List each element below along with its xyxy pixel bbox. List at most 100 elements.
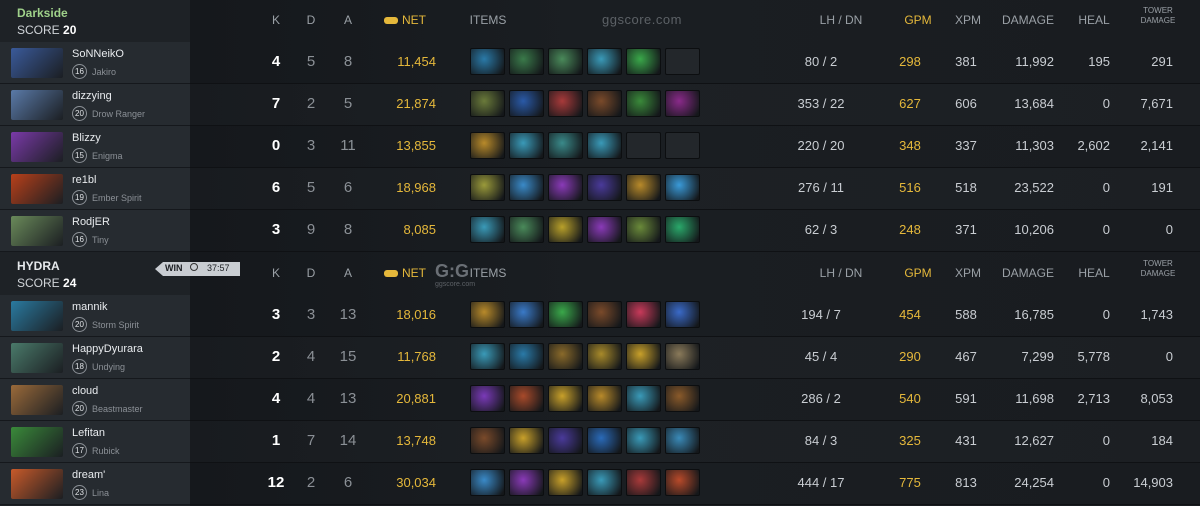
empty-item-slot[interactable]	[665, 132, 700, 159]
item-icon[interactable]	[587, 90, 622, 117]
player-card[interactable]: Lefitan 17 Rubick	[0, 421, 190, 463]
item-icon[interactable]	[626, 385, 661, 412]
item-icon[interactable]	[470, 427, 505, 454]
hero-name: Jakiro	[92, 67, 117, 77]
item-icon[interactable]	[548, 174, 583, 201]
logo-subtext: ggscore.com	[435, 281, 476, 288]
player-name[interactable]: mannik	[72, 301, 107, 313]
hero-portrait	[11, 132, 63, 162]
player-name[interactable]: SoNNeikO	[72, 48, 124, 60]
item-icon[interactable]	[548, 90, 583, 117]
empty-item-slot[interactable]	[626, 132, 661, 159]
item-icon[interactable]	[548, 469, 583, 496]
item-icon[interactable]	[470, 132, 505, 159]
player-card[interactable]: re1bl 19 Ember Spirit	[0, 168, 190, 210]
item-icon[interactable]	[626, 343, 661, 370]
item-icon[interactable]	[665, 174, 700, 201]
item-icon[interactable]	[470, 469, 505, 496]
player-card[interactable]: dizzying 20 Drow Ranger	[0, 84, 190, 126]
item-icon[interactable]	[548, 343, 583, 370]
item-icon[interactable]	[587, 469, 622, 496]
item-icon[interactable]	[626, 90, 661, 117]
item-icon[interactable]	[665, 469, 700, 496]
header-net-label: NET	[402, 266, 426, 280]
item-icon[interactable]	[626, 301, 661, 328]
item-icon[interactable]	[470, 90, 505, 117]
item-icon[interactable]	[548, 385, 583, 412]
header-xpm: XPM	[954, 266, 981, 280]
player-name[interactable]: Blizzy	[72, 132, 101, 144]
item-icon[interactable]	[587, 174, 622, 201]
item-icon[interactable]	[548, 427, 583, 454]
item-icon[interactable]	[509, 174, 544, 201]
player-card[interactable]: mannik 20 Storm Spirit	[0, 295, 190, 337]
item-icon[interactable]	[626, 469, 661, 496]
item-icon[interactable]	[548, 132, 583, 159]
player-card[interactable]: cloud 20 Beastmaster	[0, 379, 190, 421]
item-icon[interactable]	[626, 216, 661, 243]
item-icon[interactable]	[587, 48, 622, 75]
item-icon[interactable]	[665, 385, 700, 412]
item-icon[interactable]	[470, 174, 505, 201]
item-icon[interactable]	[587, 301, 622, 328]
item-icon[interactable]	[587, 216, 622, 243]
item-icon[interactable]	[470, 343, 505, 370]
item-icon[interactable]	[470, 216, 505, 243]
player-stats-row: 4 4 13 20,881 286 / 2 540 591 11,698 2,713 8,053	[190, 379, 1200, 421]
item-icon[interactable]	[665, 343, 700, 370]
hero-portrait	[11, 427, 63, 457]
item-icon[interactable]	[509, 216, 544, 243]
item-icon[interactable]	[548, 216, 583, 243]
item-icon[interactable]	[509, 48, 544, 75]
item-icon[interactable]	[587, 385, 622, 412]
item-icon[interactable]	[509, 301, 544, 328]
last-hits-denies: 353 / 22	[797, 96, 845, 111]
header-damage: DAMAGE	[1001, 266, 1054, 280]
item-icon[interactable]	[665, 90, 700, 117]
player-card[interactable]: HappyDyurara 18 Undying	[0, 337, 190, 379]
item-icon[interactable]	[470, 301, 505, 328]
item-icon[interactable]	[626, 427, 661, 454]
item-icon[interactable]	[509, 132, 544, 159]
item-icon[interactable]	[509, 343, 544, 370]
player-name[interactable]: Lefitan	[72, 427, 105, 439]
last-hits-denies: 444 / 17	[797, 475, 845, 490]
player-card[interactable]: Blizzy 15 Enigma	[0, 126, 190, 168]
item-icon[interactable]	[587, 427, 622, 454]
player-name[interactable]: dizzying	[72, 90, 112, 102]
item-icon[interactable]	[587, 132, 622, 159]
item-icon[interactable]	[587, 343, 622, 370]
hero-name: Ember Spirit	[92, 193, 142, 203]
item-icon[interactable]	[626, 48, 661, 75]
item-icon[interactable]	[548, 301, 583, 328]
player-name[interactable]: RodjER	[72, 216, 110, 228]
item-icon[interactable]	[548, 48, 583, 75]
item-icon[interactable]	[509, 469, 544, 496]
item-icon[interactable]	[665, 301, 700, 328]
gpm-value: 454	[899, 307, 921, 322]
item-icon[interactable]	[509, 427, 544, 454]
last-hits-denies: 286 / 2	[801, 391, 841, 406]
item-icon[interactable]	[665, 216, 700, 243]
net-worth: 8,085	[403, 222, 436, 237]
player-stats-row: 12 2 6 30,034 444 / 17 775 813 24,254 0 14,903	[190, 463, 1200, 505]
empty-item-slot[interactable]	[665, 48, 700, 75]
team-score: SCORE 24	[17, 276, 190, 290]
player-name[interactable]: cloud	[72, 385, 98, 397]
item-icon[interactable]	[470, 385, 505, 412]
player-name[interactable]: dream'	[72, 469, 105, 481]
player-card[interactable]: dream' 23 Lina	[0, 463, 190, 505]
item-icon[interactable]	[626, 174, 661, 201]
player-name[interactable]: re1bl	[72, 174, 96, 186]
player-card[interactable]: RodjER 16 Tiny	[0, 210, 190, 252]
item-icon[interactable]	[509, 385, 544, 412]
item-icon[interactable]	[470, 48, 505, 75]
deaths: 5	[306, 53, 316, 70]
player-card[interactable]: SoNNeikO 16 Jakiro	[0, 42, 190, 84]
item-icon[interactable]	[665, 427, 700, 454]
item-icon[interactable]	[509, 90, 544, 117]
player-name[interactable]: HappyDyurara	[72, 343, 143, 355]
header-net: NET	[380, 13, 430, 27]
player-stats-row: 6 5 6 18,968 276 / 11 516 518 23,522 0 191	[190, 168, 1200, 210]
damage-value: 12,627	[1014, 433, 1054, 448]
